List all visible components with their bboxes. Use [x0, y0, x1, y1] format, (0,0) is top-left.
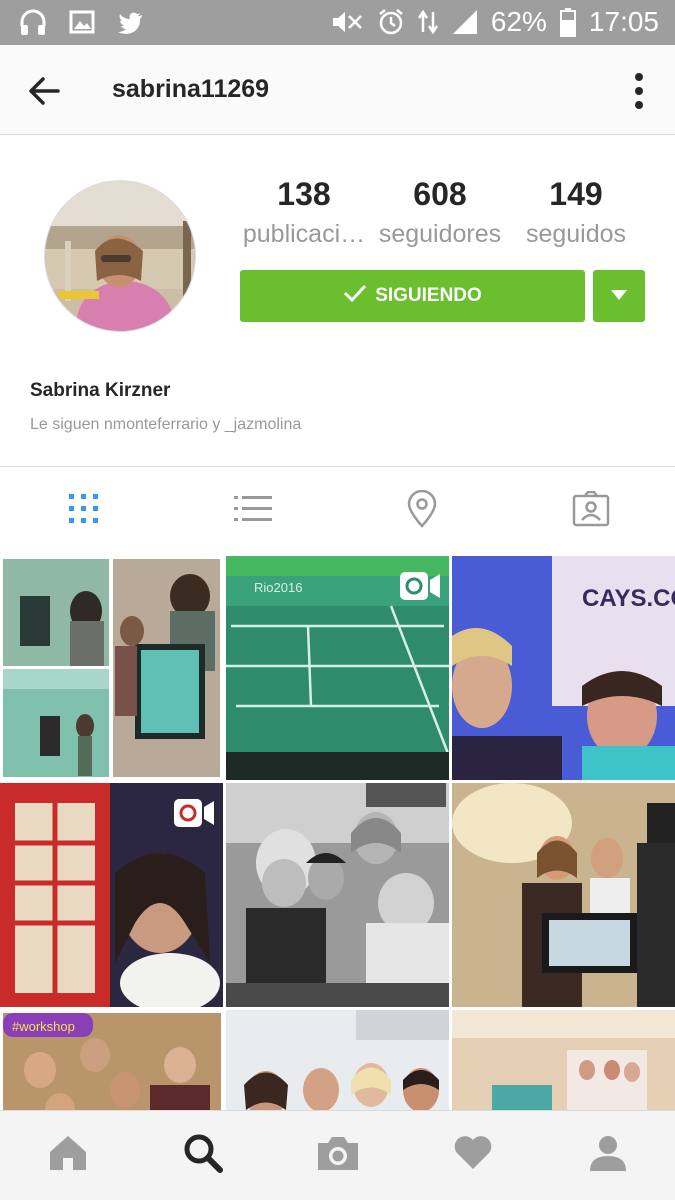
suggestions-dropdown-button[interactable]: [593, 270, 645, 322]
stat-posts: 138 publicaci…: [236, 176, 372, 249]
battery-percent: 62%: [490, 6, 547, 37]
following-button[interactable]: SIGUIENDO: [240, 270, 585, 322]
photo-grid: Rio2016 CAYS.COM: [0, 556, 675, 1110]
signal-icon: [451, 8, 479, 36]
svg-text:CAYS.COM: CAYS.COM: [582, 585, 675, 612]
profile-icon: [589, 1134, 627, 1177]
nav-home[interactable]: [0, 1111, 135, 1200]
app-header: sabrina11269: [0, 45, 675, 135]
heart-icon: [453, 1135, 493, 1176]
profile-view-tabs: [0, 466, 675, 556]
tab-locations[interactable]: [338, 467, 507, 556]
profile-full-name: Sabrina Kirzner: [30, 380, 171, 401]
home-icon: [48, 1134, 88, 1177]
status-bar: 62% 17:05: [0, 0, 675, 45]
grid-photo[interactable]: CAYS.COM: [452, 556, 675, 780]
search-icon: [183, 1133, 223, 1178]
bottom-navigation: [0, 1110, 675, 1200]
caret-down-icon: [611, 287, 627, 305]
stat-followers-label: seguidores: [378, 220, 502, 248]
following-button-label: SIGUIENDO: [375, 285, 482, 306]
followed-by-text[interactable]: Le siguen nmonteferrario y _jazmolina: [30, 416, 301, 434]
battery-icon: [559, 7, 577, 37]
nav-search[interactable]: [135, 1111, 270, 1200]
mute-icon: [329, 8, 365, 36]
more-options-icon[interactable]: [633, 71, 645, 111]
list-icon: [234, 494, 273, 529]
grid-photo[interactable]: [0, 556, 223, 780]
clock: 17:05: [588, 6, 659, 37]
tagged-photos-icon: [572, 490, 610, 532]
svg-text:Rio2016: Rio2016: [254, 580, 302, 595]
grid-photo[interactable]: #workshop: [0, 1010, 223, 1110]
stat-posts-label: publicaci…: [242, 220, 366, 248]
tab-tagged[interactable]: [506, 467, 675, 556]
avatar[interactable]: [44, 180, 196, 332]
data-icon: [417, 8, 439, 36]
alarm-icon: [377, 8, 405, 36]
profile-header: 138 publicaci… 608 seguidores 149 seguid…: [0, 136, 675, 466]
grid-photo[interactable]: [452, 783, 675, 1007]
camera-icon: [316, 1134, 360, 1177]
stat-following[interactable]: 149 seguidos: [508, 176, 644, 249]
headphones-icon: [18, 8, 48, 38]
profile-username: sabrina11269: [112, 75, 270, 103]
grid-icon: [68, 493, 100, 530]
stat-following-count: 149: [549, 176, 603, 212]
grid-video[interactable]: Rio2016: [226, 556, 449, 780]
stat-followers-count: 608: [413, 176, 467, 212]
grid-photo[interactable]: [226, 1010, 449, 1110]
image-icon: [68, 8, 96, 38]
grid-photo[interactable]: [226, 783, 449, 1007]
svg-text:#workshop: #workshop: [12, 1019, 75, 1034]
checkmark-icon: [343, 283, 367, 309]
grid-video[interactable]: [0, 783, 223, 1007]
video-icon: [399, 570, 441, 607]
nav-activity[interactable]: [405, 1111, 540, 1200]
grid-photo[interactable]: [452, 1010, 675, 1110]
video-icon: [173, 797, 215, 834]
stat-following-label: seguidos: [525, 220, 627, 248]
back-arrow-icon[interactable]: [24, 73, 64, 109]
stat-followers[interactable]: 608 seguidores: [372, 176, 508, 249]
location-pin-icon: [406, 489, 438, 533]
twitter-icon: [116, 8, 144, 38]
nav-profile[interactable]: [540, 1111, 675, 1200]
tab-grid[interactable]: [0, 467, 169, 556]
stat-posts-count: 138: [277, 176, 331, 212]
tab-list[interactable]: [169, 467, 338, 556]
nav-camera[interactable]: [270, 1111, 405, 1200]
